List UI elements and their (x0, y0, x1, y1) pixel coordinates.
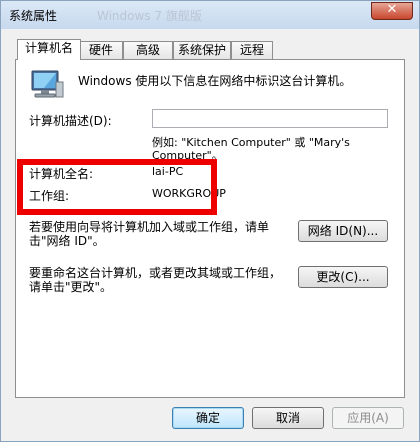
full-computer-name-label: 计算机全名: (29, 167, 94, 181)
change-button[interactable]: 更改(C)... (298, 266, 388, 288)
network-id-button[interactable]: 网络 ID(N)... (298, 220, 388, 242)
computer-monitor-icon (29, 69, 65, 101)
rename-help-line-2: 请单击"更改"。 (29, 280, 113, 294)
window-title: 系统属性 (9, 9, 58, 23)
computer-description-input[interactable] (152, 109, 388, 128)
intro-text: Windows 使用以下信息在网络中标识这台计算机。 (78, 74, 352, 88)
apply-button[interactable]: 应用(A) (332, 407, 404, 429)
tab-system-protection[interactable]: 系统保护 (173, 41, 231, 59)
title-bar[interactable]: 系统属性 Windows 7 旗舰版 ✕ (1, 1, 419, 29)
network-id-help-line-2: 击"网络 ID"。 (29, 234, 105, 248)
close-icon: ✕ (386, 2, 398, 17)
example-line-2: Computer"。 (152, 149, 223, 162)
computer-name-panel: Windows 使用以下信息在网络中标识这台计算机。 计算机描述(D): 例如:… (15, 59, 405, 398)
system-properties-window: 系统属性 Windows 7 旗舰版 ✕ 计算机名 硬件 高级 系统保护 远程 … (0, 0, 420, 442)
tab-hardware[interactable]: 硬件 (79, 41, 123, 59)
tab-advanced[interactable]: 高级 (123, 41, 173, 59)
cancel-button[interactable]: 取消 (252, 407, 324, 429)
tab-computer-name[interactable]: 计算机名 (17, 39, 81, 60)
close-button[interactable]: ✕ (371, 2, 413, 20)
full-computer-name-value: lai-PC (152, 165, 184, 178)
computer-description-label: 计算机描述(D): (29, 114, 112, 128)
workgroup-label: 工作组: (29, 189, 70, 203)
tab-remote[interactable]: 远程 (231, 41, 273, 59)
workgroup-value: WORKGROUP (152, 187, 226, 200)
ok-button[interactable]: 确定 (172, 407, 244, 429)
window-title-ghost: Windows 7 旗舰版 (97, 9, 202, 23)
